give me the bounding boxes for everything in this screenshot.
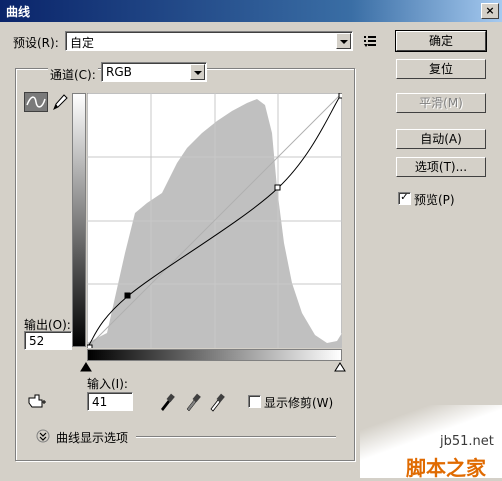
close-icon: × <box>485 4 495 17</box>
watermark: jb51.net 脚本之家 <box>360 405 502 480</box>
output-field[interactable]: 52 <box>24 331 72 350</box>
output-value: 52 <box>29 334 45 348</box>
title-bar[interactable]: 曲线 × <box>0 0 502 22</box>
curve-graph[interactable] <box>87 93 342 348</box>
black-eyedropper-icon[interactable] <box>158 392 176 412</box>
smooth-label: 平滑(M) <box>419 96 463 110</box>
curve-control-point[interactable] <box>338 93 342 99</box>
reset-button[interactable]: 复位 <box>396 59 486 79</box>
channel-dropdown[interactable]: RGB <box>101 62 207 82</box>
black-point-slider[interactable] <box>80 362 92 372</box>
divider <box>136 436 336 438</box>
show-clipping-checkbox[interactable] <box>248 395 261 408</box>
input-value: 41 <box>92 395 108 409</box>
white-eyedropper-icon[interactable] <box>208 392 226 412</box>
channel-value: RGB <box>106 65 132 79</box>
curve-control-point[interactable] <box>124 292 131 299</box>
curve-edit-tool[interactable] <box>24 92 48 112</box>
input-gradient <box>87 349 342 361</box>
auto-button[interactable]: 自动(A) <box>396 129 486 149</box>
watermark-text: 脚本之家 <box>406 456 486 480</box>
watermark-url: jb51.net <box>440 434 494 449</box>
show-clipping-label: 显示修剪(W) <box>264 396 334 410</box>
curve-control-point[interactable] <box>87 344 93 348</box>
curve-control-point[interactable] <box>274 184 281 191</box>
chevron-down-icon[interactable] <box>336 33 351 49</box>
input-label: 输入(I): <box>87 377 128 391</box>
preset-label: 预设(R): <box>13 36 59 50</box>
auto-label: 自动(A) <box>420 132 462 146</box>
curve-wave-icon <box>26 96 46 108</box>
input-field[interactable]: 41 <box>87 392 133 411</box>
channel-label: 通道(C): <box>48 66 98 83</box>
expand-chevron-icon[interactable] <box>36 429 50 443</box>
output-gradient <box>72 93 86 347</box>
preset-dropdown[interactable]: 自定 <box>65 31 353 51</box>
ok-button[interactable]: 确定 <box>395 30 487 52</box>
curve-display-options-label: 曲线显示选项 <box>56 431 129 445</box>
gray-eyedropper-icon[interactable] <box>184 392 202 412</box>
options-label: 选项(T)... <box>414 160 468 174</box>
preset-options-icon[interactable] <box>363 34 379 48</box>
check-icon: ✓ <box>400 192 409 203</box>
pencil-icon[interactable] <box>50 92 70 112</box>
preview-checkbox[interactable]: ✓ <box>398 192 411 205</box>
options-button[interactable]: 选项(T)... <box>396 157 486 177</box>
hand-target-icon[interactable] <box>26 392 48 412</box>
close-button[interactable]: × <box>481 3 499 19</box>
smooth-button[interactable]: 平滑(M) <box>396 93 486 113</box>
chevron-down-icon[interactable] <box>190 64 205 80</box>
preview-label: 预览(P) <box>414 193 455 207</box>
reset-label: 复位 <box>428 62 453 76</box>
preset-value: 自定 <box>70 36 95 50</box>
window-title: 曲线 <box>6 5 31 19</box>
ok-label: 确定 <box>428 34 453 48</box>
white-point-slider[interactable] <box>334 362 346 372</box>
